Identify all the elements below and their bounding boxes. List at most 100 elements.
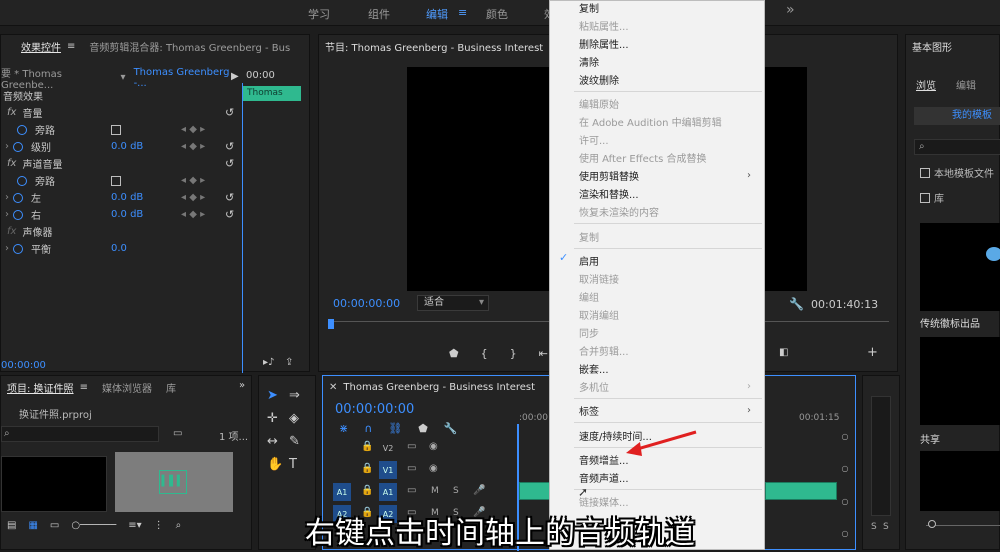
go-to-in-icon[interactable]: ⇤ xyxy=(539,347,548,360)
snap-icon[interactable]: ∩ xyxy=(364,422,372,435)
stopwatch-icon[interactable] xyxy=(13,192,23,203)
menu-item-duplicate[interactable]: 复制 xyxy=(579,227,599,245)
ripple-edit-tool-icon[interactable]: ✛ xyxy=(267,411,289,426)
keyframe-nav-icon[interactable]: ◂ ◆ ▸ xyxy=(181,124,205,135)
lock-icon[interactable]: 🔒 xyxy=(361,463,373,474)
selection-tool-icon[interactable]: ➤ xyxy=(267,388,289,403)
audio-clip-a1-right[interactable] xyxy=(765,482,837,500)
menu-item-multicam[interactable]: 多机位 › xyxy=(579,377,759,395)
add-marker-icon[interactable]: ⬟ xyxy=(418,422,428,435)
expand-icon[interactable]: › xyxy=(5,243,9,254)
menu-item-clear[interactable]: 清除 xyxy=(579,52,599,70)
fx-channel-row[interactable]: fx 声道音量 ↺ xyxy=(1,155,241,172)
hamburger-icon[interactable]: ≡ xyxy=(458,6,467,19)
wrench-icon[interactable]: 🔧 xyxy=(789,297,804,311)
mute-button[interactable]: M xyxy=(431,486,439,496)
play-triangle-icon[interactable]: ▶ xyxy=(231,71,239,82)
track-header-v2[interactable]: 🔒 V2 ▭ ◉ xyxy=(323,438,517,458)
more-workspaces-icon[interactable]: » xyxy=(786,2,795,18)
bypass-checkbox[interactable] xyxy=(111,124,121,135)
menu-item-license[interactable]: 许可... xyxy=(579,130,609,148)
program-playhead[interactable] xyxy=(328,319,334,329)
new-bin-icon[interactable]: ▭ xyxy=(173,428,182,439)
level-value[interactable]: 0.0 dB xyxy=(111,141,143,152)
tab-library[interactable]: 库 xyxy=(166,380,176,395)
tab-edit-graphics[interactable]: 编辑 xyxy=(956,77,976,92)
source-patch-a1[interactable]: A1 xyxy=(333,483,351,501)
balance-value[interactable]: 0.0 xyxy=(111,243,127,254)
settings-wrench-icon[interactable]: 🔧 xyxy=(444,422,458,435)
search-icon[interactable]: ⌕ xyxy=(914,139,1000,155)
zoom-handle-icon[interactable]: ○ xyxy=(842,464,849,473)
linked-selection-icon[interactable]: ⛓ xyxy=(388,422,402,435)
audio-clip-a1[interactable] xyxy=(519,482,551,500)
reset-icon[interactable]: ↺ xyxy=(225,140,234,153)
play-audio-icon[interactable]: ▸♪ xyxy=(263,357,274,368)
stopwatch-icon[interactable] xyxy=(13,141,23,152)
export-icon[interactable]: ⇪ xyxy=(285,357,293,368)
more-panels-icon[interactable]: » xyxy=(239,380,245,391)
tab-media-browser[interactable]: 媒体浏览器 xyxy=(102,380,152,395)
stopwatch-icon[interactable] xyxy=(17,124,27,135)
template-thumbnail-2[interactable] xyxy=(920,337,1000,425)
my-templates-tab[interactable]: 我的模板 xyxy=(914,107,1000,125)
panner-row[interactable]: fx 声像器 xyxy=(1,223,241,240)
razor-tool-icon[interactable]: ◈ xyxy=(289,411,311,426)
reset-icon[interactable]: ↺ xyxy=(225,208,234,221)
menu-item-audio-channels[interactable]: 音频声道... xyxy=(579,468,629,486)
tab-browse[interactable]: 浏览 xyxy=(916,77,936,92)
menu-item-render-and-replace[interactable]: 渲染和替换... xyxy=(579,184,639,202)
project-thumbnail-2[interactable]: ▍▌▍ xyxy=(115,452,233,512)
expand-icon[interactable]: › xyxy=(5,209,9,220)
fit-dropdown[interactable]: 适合 ▾ xyxy=(417,295,489,311)
hand-tool-icon[interactable]: ✋ xyxy=(267,457,289,472)
stopwatch-icon[interactable] xyxy=(13,243,23,254)
keyframe-nav-icon[interactable]: ◂ ◆ ▸ xyxy=(181,175,205,186)
keyframe-nav-icon[interactable]: ◂ ◆ ▸ xyxy=(181,209,205,220)
reset-icon[interactable]: ↺ xyxy=(225,191,234,204)
program-timecode[interactable]: 00:00:00:00 xyxy=(333,297,400,310)
clip-bar[interactable]: Thomas Gree xyxy=(243,86,301,101)
tab-project[interactable]: 项目: 换证件照 xyxy=(7,380,74,395)
solo-button[interactable]: S xyxy=(453,486,459,496)
zoom-handle-icon[interactable]: ○ xyxy=(842,497,849,506)
sequence-tab[interactable]: Thomas Greenberg - Business Interest xyxy=(343,382,535,393)
menu-item-unlink[interactable]: 取消链接 xyxy=(579,269,619,287)
menu-item-synchronize[interactable]: 同步 xyxy=(579,323,599,341)
menu-item-edit-original[interactable]: 编辑原始 xyxy=(579,94,619,112)
menu-item-ungroup[interactable]: 取消编组 xyxy=(579,305,619,323)
sync-lock-icon[interactable]: ▭ xyxy=(407,485,416,496)
stopwatch-icon[interactable] xyxy=(17,175,27,186)
tab-edit[interactable]: 编辑 xyxy=(426,6,448,22)
compare-icon[interactable]: ◧ xyxy=(779,347,788,358)
project-thumbnail-1[interactable] xyxy=(1,456,107,512)
menu-item-nest[interactable]: 嵌套... xyxy=(579,359,609,377)
keyframe-nav-icon[interactable]: ◂ ◆ ▸ xyxy=(181,192,205,203)
sync-lock-icon[interactable]: ▭ xyxy=(407,463,416,474)
menu-item-enable[interactable]: 启用 xyxy=(579,251,599,269)
clip-selector[interactable]: Thomas Greenberg -... xyxy=(134,67,241,89)
eye-icon[interactable]: ◉ xyxy=(429,441,438,452)
track-label-a1[interactable]: A1 xyxy=(379,483,397,501)
lock-icon[interactable]: 🔒 xyxy=(361,485,373,496)
menu-item-paste-attributes[interactable]: 粘贴属性... xyxy=(579,16,629,34)
menu-item-restore-unrendered[interactable]: 恢复未渲染的内容 xyxy=(579,202,659,220)
menu-item-merge-clips[interactable]: 合并剪辑... xyxy=(579,341,629,359)
track-label-v2[interactable]: V2 xyxy=(379,439,397,457)
menu-item-label-submenu[interactable]: 标签 › xyxy=(579,401,759,419)
menu-item-remove-attributes[interactable]: 删除属性... xyxy=(579,34,629,52)
close-icon[interactable]: ✕ xyxy=(329,382,337,393)
project-search-icon[interactable]: ⌕ xyxy=(1,426,159,442)
track-select-tool-icon[interactable]: ⇒ xyxy=(289,388,311,403)
effects-timecode[interactable]: 00:00:00 xyxy=(1,360,46,371)
stopwatch-icon[interactable] xyxy=(13,209,23,220)
mark-in-icon[interactable]: { xyxy=(481,347,488,360)
menu-item-replace-with-clip[interactable]: 使用剪辑替换 › xyxy=(579,166,759,184)
left-value[interactable]: 0.0 dB xyxy=(111,192,143,203)
tab-color[interactable]: 颜色 xyxy=(486,6,508,22)
lock-icon[interactable]: 🔒 xyxy=(361,441,373,452)
menu-item-replace-with-ae[interactable]: 使用 After Effects 合成替换 xyxy=(579,148,707,166)
menu-item-group[interactable]: 编组 xyxy=(579,287,599,305)
slip-tool-icon[interactable]: ↔ xyxy=(267,434,289,449)
menu-item-ripple-delete[interactable]: 波纹删除 xyxy=(579,70,619,88)
